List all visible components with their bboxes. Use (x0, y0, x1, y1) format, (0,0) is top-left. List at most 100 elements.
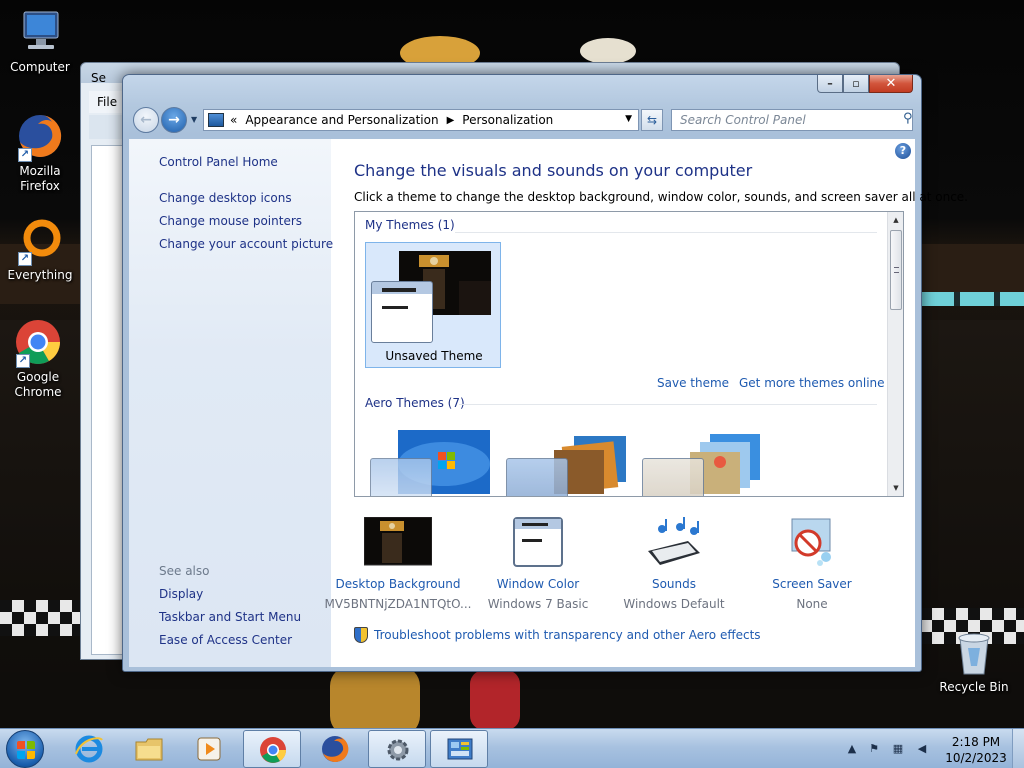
show-desktop-button[interactable] (1012, 729, 1024, 768)
recycle-bin-icon (950, 630, 998, 676)
back-button[interactable]: ← (133, 107, 159, 133)
desktop-icon-label: Mozilla Firefox (19, 164, 61, 193)
desktop-icon-computer[interactable]: Computer (2, 8, 78, 75)
scroll-up-icon[interactable]: ▲ (888, 216, 903, 224)
change-account-picture-link[interactable]: Change your account picture (159, 237, 333, 251)
forward-button[interactable]: → (161, 107, 187, 133)
window-color-preview (370, 458, 432, 496)
taskbar-chrome[interactable] (243, 730, 301, 768)
theme-tile-unsaved[interactable]: Unsaved Theme (365, 242, 501, 368)
volume-muted-icon[interactable]: ◀ (914, 742, 930, 756)
desktop-background-label: Desktop Background (335, 577, 461, 591)
theme-tile-characters[interactable] (637, 422, 773, 496)
close-icon: ✕ (885, 76, 897, 91)
search-icon-wrap: ⚲ (903, 111, 913, 126)
maximize-icon: ▫ (852, 77, 860, 90)
minimize-button[interactable]: – (817, 75, 843, 93)
desktop-icon-everything[interactable]: ↗ Everything (2, 216, 78, 283)
section-divider (459, 404, 877, 405)
control-panel-home-link[interactable]: Control Panel Home (159, 155, 278, 169)
window-color-preview (642, 458, 704, 496)
breadcrumb-arrow-icon[interactable]: ▶ (447, 115, 455, 126)
themes-list[interactable]: My Themes (1) Unsaved Theme Save theme G… (354, 211, 904, 497)
taskbar-clock[interactable]: 2:18 PM 10/2/2023 (944, 734, 1008, 766)
change-desktop-icons-link[interactable]: Change desktop icons (159, 191, 292, 205)
action-center-flag-icon[interactable]: ⚑ (866, 742, 882, 756)
theme-tile-windows[interactable] (365, 422, 501, 496)
background-figure (470, 670, 520, 728)
shortcut-arrow-icon: ↗ (18, 252, 32, 266)
minimize-icon: – (827, 77, 833, 90)
see-also-heading: See also (159, 564, 210, 578)
save-theme-link[interactable]: Save theme (657, 376, 729, 390)
maximize-button[interactable]: ▫ (843, 75, 869, 93)
page-title: Change the visuals and sounds on your co… (354, 161, 753, 180)
desktop-icon-chrome[interactable]: ↗ Google Chrome (0, 318, 76, 400)
taskbar-media-player[interactable] (180, 730, 238, 768)
recent-pages-dropdown[interactable]: ▼ (191, 115, 197, 124)
taskbar-control-panel[interactable] (430, 730, 488, 768)
sounds-button[interactable]: Sounds Windows Default (599, 517, 749, 611)
network-icon[interactable]: ▦ (890, 742, 906, 756)
window-color-label: Window Color (496, 577, 580, 591)
refresh-button[interactable]: ⇆ (641, 109, 663, 131)
taskbar: ▲ ⚑ ▦ ◀ 2:18 PM 10/2/2023 (0, 728, 1024, 768)
show-hidden-icons-icon[interactable]: ▲ (844, 742, 860, 756)
aero-themes-header: Aero Themes (7) (365, 396, 465, 410)
breadcrumb-personalization[interactable]: Personalization (462, 113, 553, 127)
ease-of-access-link[interactable]: Ease of Access Center (159, 633, 292, 647)
get-more-themes-link[interactable]: Get more themes online (739, 376, 885, 390)
screen-saver-label: Screen Saver (772, 577, 852, 591)
scrollbar-thumb[interactable] (890, 230, 902, 310)
desktop-icon-label: Recycle Bin (939, 680, 1009, 694)
display-link[interactable]: Display (159, 587, 203, 601)
main-pane: ? Change the visuals and sounds on your … (325, 139, 968, 667)
theme-name: Unsaved Theme (385, 349, 483, 363)
troubleshoot-link[interactable]: Troubleshoot problems with transparency … (374, 628, 761, 642)
address-dropdown-icon[interactable]: ▼ (625, 114, 632, 124)
page-description: Click a theme to change the desktop back… (354, 190, 968, 204)
desktop-icon-label: Google Chrome (14, 370, 62, 399)
media-player-icon (194, 734, 224, 764)
firefox-icon: ↗ (16, 112, 64, 162)
shortcut-arrow-icon: ↗ (16, 354, 30, 368)
internet-explorer-icon (74, 734, 104, 764)
window-color-preview (371, 281, 433, 343)
taskbar-settings[interactable] (368, 730, 426, 768)
scroll-down-icon[interactable]: ▼ (888, 484, 903, 492)
desktop-background-button[interactable]: Desktop Background MV5BNTNjZDA1NTQtO... (323, 516, 473, 611)
window-color-preview (506, 458, 568, 496)
address-bar[interactable]: « Appearance and Personalization ▶ Perso… (203, 109, 639, 131)
my-themes-header: My Themes (1) (365, 218, 455, 232)
taskbar-file-explorer[interactable] (120, 730, 178, 768)
chrome-icon: ↗ (14, 318, 62, 368)
change-mouse-pointers-link[interactable]: Change mouse pointers (159, 214, 302, 228)
desktop-icon-recycle-bin[interactable]: Recycle Bin (936, 630, 1012, 695)
theme-tile-architecture[interactable] (501, 422, 637, 496)
section-divider (455, 232, 877, 233)
troubleshoot-row: Troubleshoot problems with transparency … (354, 627, 761, 643)
search-input[interactable]: Search Control Panel (671, 109, 913, 131)
chrome-icon (258, 735, 288, 765)
themes-scrollbar[interactable]: ▲ ▼ (887, 212, 903, 496)
window-color-button[interactable]: Window Color Windows 7 Basic (463, 517, 613, 611)
desktop-icon-firefox[interactable]: ↗ Mozilla Firefox (2, 112, 78, 194)
address-overflow-chevron[interactable]: « (230, 113, 237, 127)
start-button[interactable] (6, 730, 44, 768)
help-icon[interactable]: ? (895, 143, 911, 159)
window-controls: – ▫ ✕ (817, 75, 913, 93)
navigation-bar: ← → ▼ « Appearance and Personalization ▶… (129, 105, 915, 135)
control-panel-icon (208, 113, 224, 127)
screen-saver-value: None (796, 597, 828, 611)
search-icon[interactable]: ⚲ (903, 111, 913, 126)
taskbar-internet-explorer[interactable] (60, 730, 118, 768)
shield-icon (354, 627, 368, 643)
gear-icon (383, 735, 413, 765)
taskbar-start-menu-link[interactable]: Taskbar and Start Menu (159, 610, 301, 624)
computer-icon (16, 8, 64, 56)
taskbar-firefox[interactable] (306, 730, 364, 768)
screen-saver-button[interactable]: Screen Saver None (737, 517, 887, 611)
close-button[interactable]: ✕ (869, 75, 913, 93)
content-area: Control Panel Home Change desktop icons … (129, 139, 968, 667)
breadcrumb-appearance[interactable]: Appearance and Personalization (245, 113, 438, 127)
